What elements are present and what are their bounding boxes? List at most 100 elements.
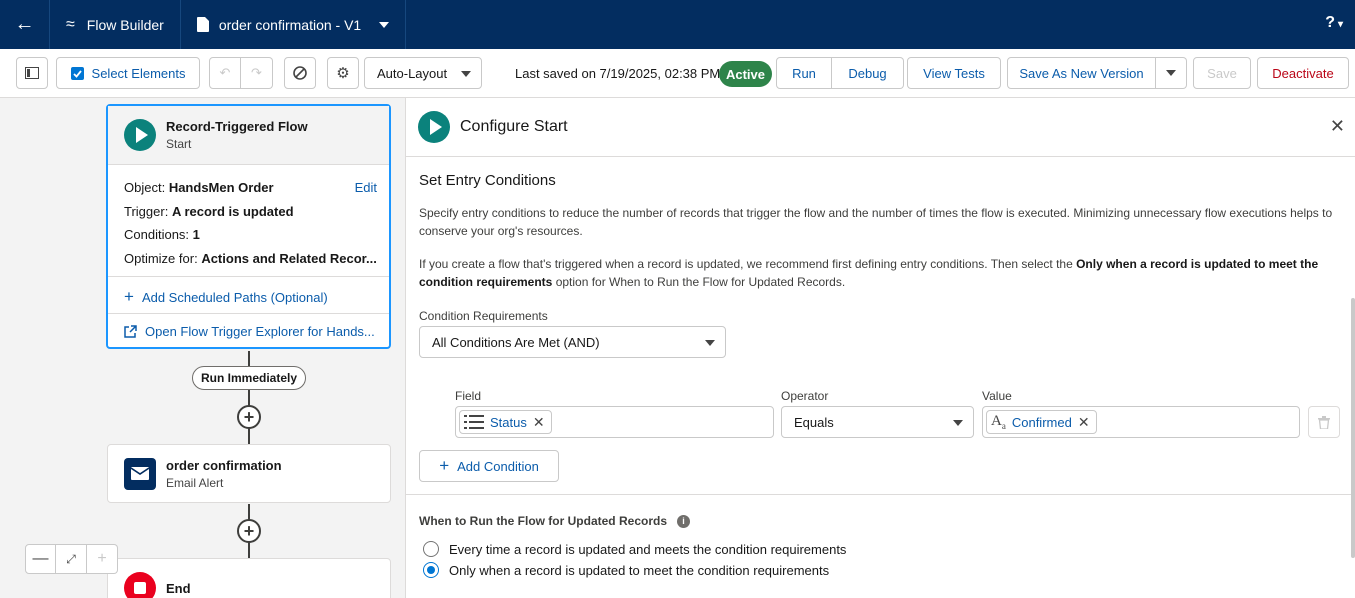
field-value: Status [490,414,527,430]
object-label: Object: [124,180,166,195]
contract-icon: ⤢ [66,551,76,566]
plus-icon: + [243,521,255,541]
add-condition-button[interactable]: + Add Condition [419,450,559,482]
radio-only-when[interactable]: Only when a record is updated to meet th… [423,562,829,578]
info-icon[interactable]: i [677,514,690,528]
configure-start-panel: Configure Start ✕ Set Entry Conditions S… [405,98,1355,598]
layout-select[interactable]: Auto-Layout [364,57,482,89]
entry-conditions-description: Specify entry conditions to reduce the n… [419,206,1333,238]
radio-every-time[interactable]: Every time a record is updated and meets… [423,541,846,557]
debug-button[interactable]: Debug [832,57,904,89]
optimize-row: Optimize for: Actions and Related Recor.… [124,251,377,266]
undo-button[interactable]: ↶ [209,57,241,89]
save-options-button[interactable] [1156,57,1187,89]
app-switcher[interactable]: ≈ Flow Builder [50,0,181,49]
flow-canvas[interactable]: Record-Triggered Flow Start Object: Hand… [0,98,405,598]
end-node[interactable]: End [107,558,391,598]
add-scheduled-label: Add Scheduled Paths (Optional) [141,289,328,305]
checkbox-icon [70,66,84,80]
email-icon [124,457,156,490]
chevron-down-icon [953,420,963,426]
close-icon[interactable]: ✕ [1330,116,1345,137]
fit-view-button[interactable]: ⤢ [56,544,87,574]
save-as-group: Save As New Version [1007,57,1187,89]
when-to-run-heading: When to Run the Flow for Updated Records… [419,514,690,528]
ban-icon [293,66,307,80]
trigger-label: Trigger: [124,204,169,219]
redo-button[interactable]: ↷ [241,57,273,89]
view-tests-button[interactable]: View Tests [907,57,1001,89]
connector-line [248,351,250,366]
zoom-controls: — ⤢ + [25,544,118,574]
zoom-out-button[interactable]: — [25,544,56,574]
last-saved-text: Last saved on 7/19/2025, 02:38 PM [515,66,721,81]
path-label: Run Immediately [192,366,306,390]
start-element-card[interactable]: Record-Triggered Flow Start Object: Hand… [106,104,391,349]
delete-condition-button[interactable] [1308,406,1340,438]
operator-label: Operator [781,389,829,403]
when-to-run-title: When to Run the Flow for Updated Records [419,514,667,528]
external-link-icon [124,325,137,338]
open-trigger-explorer-link[interactable]: Open Flow Trigger Explorer for Hands... [124,324,375,339]
panel-left-icon [25,67,39,79]
toggle-panel-button[interactable] [16,57,48,89]
run-debug-group: Run Debug [776,57,904,89]
condition-requirements-value: All Conditions Are Met (AND) [432,334,600,350]
plus-icon: + [97,550,107,567]
save-as-new-version-button[interactable]: Save As New Version [1007,57,1156,89]
run-button[interactable]: Run [776,57,832,89]
scrollbar[interactable] [1351,298,1355,558]
edit-link[interactable]: Edit [355,180,377,195]
end-title: End [166,580,191,596]
deactivate-button[interactable]: Deactivate [1257,57,1349,89]
settings-button[interactable]: ⚙ [327,57,359,89]
file-menu[interactable]: order confirmation - V1 [181,0,407,49]
file-name: order confirmation - V1 [218,16,362,33]
chevron-down-icon [461,71,471,77]
plus-icon: + [439,456,450,475]
back-button[interactable]: ← [0,0,50,49]
value-input[interactable]: Aa Confirmed ✕ [982,406,1300,438]
remove-icon[interactable]: ✕ [1078,414,1090,431]
field-input[interactable]: Status ✕ [455,406,774,438]
add-element-button[interactable]: + [237,405,261,429]
zoom-in-button[interactable]: + [87,544,118,574]
flow-icon: ≈ [66,15,75,33]
object-value: HandsMen Order [168,180,274,195]
panel-title: Configure Start [460,118,568,135]
email-alert-node[interactable]: order confirmation Email Alert [107,444,391,503]
panel-header: Configure Start ✕ [406,98,1355,157]
plus-icon: + [243,407,255,427]
recommendation-text: If you create a flow that's triggered wh… [419,257,1077,271]
back-arrow-icon: ← [14,13,35,35]
add-scheduled-paths-link[interactable]: + Add Scheduled Paths (Optional) [124,287,328,307]
operator-select[interactable]: Equals [781,406,974,438]
optimize-value: Actions and Related Recor... [201,251,377,266]
select-elements-button[interactable]: Select Elements [56,57,200,89]
trash-icon [1318,415,1330,429]
condition-requirements-select[interactable]: All Conditions Are Met (AND) [419,326,726,358]
remove-icon[interactable]: ✕ [533,414,545,431]
add-element-button[interactable]: + [237,519,261,543]
app-name: Flow Builder [86,16,164,33]
start-title: Record-Triggered Flow [166,119,308,134]
conditions-row: Conditions: 1 [124,227,200,242]
status-badge: Active [719,61,772,87]
value-label: Value [982,389,1012,403]
save-button[interactable]: Save [1193,57,1251,89]
radio-button[interactable] [423,541,439,557]
check-errors-button[interactable] [284,57,316,89]
radio-button[interactable] [423,562,439,578]
text-type-icon: Aa [991,413,1006,431]
help-menu[interactable]: ? ▾ [1325,14,1343,32]
field-token: Status ✕ [459,410,552,434]
play-icon [418,111,450,143]
conditions-label: Conditions: [124,227,190,242]
minus-icon: — [32,550,49,567]
add-condition-label: Add Condition [457,458,539,474]
radio-label: Every time a record is updated and meets… [449,541,847,557]
document-icon [196,17,209,32]
chevron-down-icon [379,21,390,28]
trigger-row: Trigger: A record is updated [124,204,294,219]
chevron-down-icon: ▾ [1337,19,1343,30]
